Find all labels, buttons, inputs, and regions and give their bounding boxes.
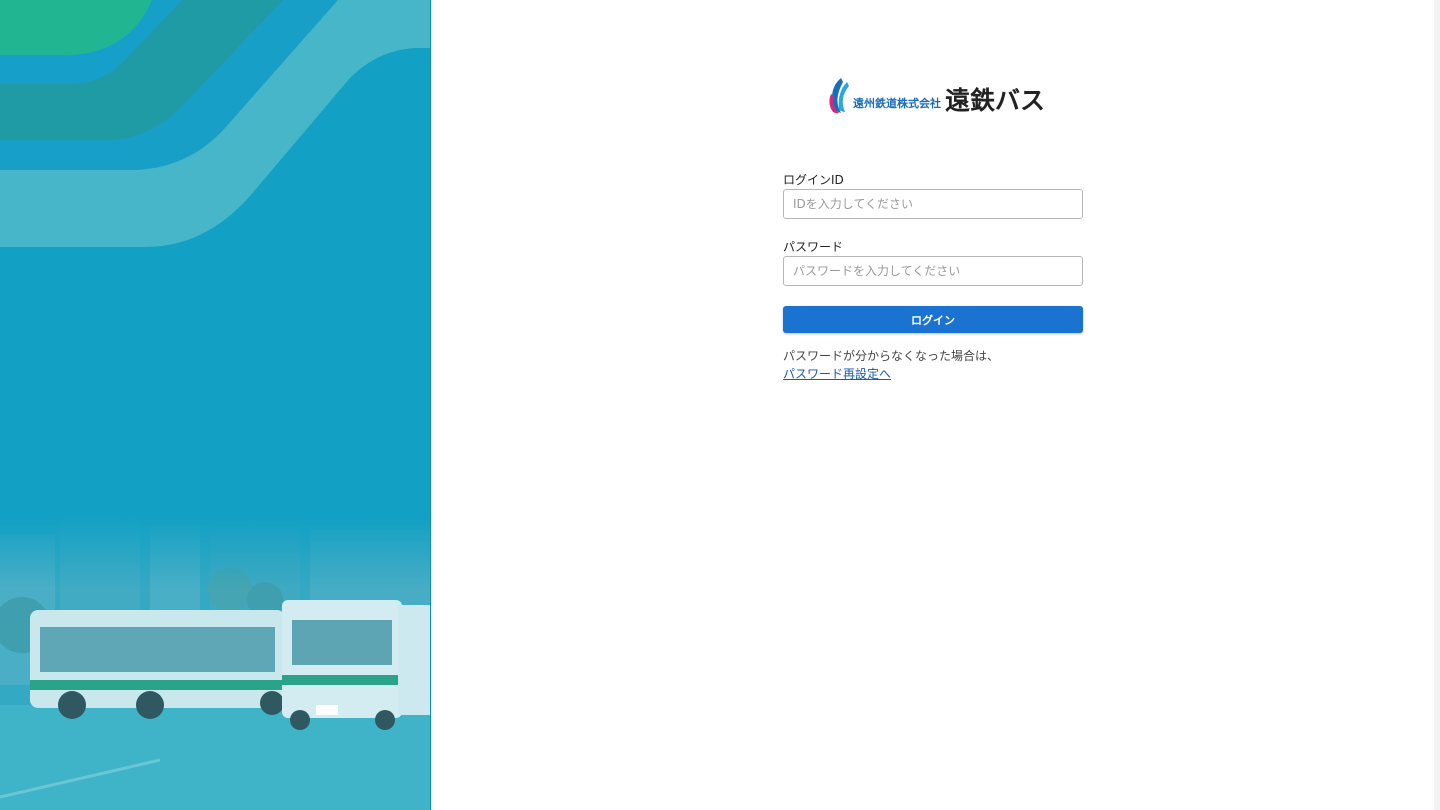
decorative-panel	[0, 0, 431, 810]
wave-bands-graphic	[0, 0, 430, 515]
password-help-text: パスワードが分からなくなった場合は、	[783, 349, 1000, 363]
login-panel: 遠州鉄道株式会社 遠鉄バス ログインID パスワード ログイン パスワードが分か…	[431, 0, 1440, 810]
password-label: パスワード	[783, 240, 844, 254]
password-field: パスワード	[783, 239, 1083, 286]
login-id-input[interactable]	[783, 189, 1083, 219]
password-help: パスワードが分からなくなった場合は、 パスワード再設定へ	[783, 347, 1083, 383]
login-id-label: ログインID	[783, 173, 844, 187]
login-page: 遠州鉄道株式会社 遠鉄バス ログインID パスワード ログイン パスワードが分か…	[0, 0, 1440, 810]
login-id-field: ログインID	[783, 172, 1083, 219]
enshu-logo: 遠州鉄道株式会社 遠鉄バス	[827, 72, 1045, 114]
logo-swoosh-icon	[829, 78, 849, 114]
password-reset-link[interactable]: パスワード再設定へ	[783, 367, 891, 381]
logo-brand-name: 遠鉄バス	[945, 86, 1046, 115]
password-input[interactable]	[783, 256, 1083, 286]
login-button[interactable]: ログイン	[783, 306, 1083, 333]
login-form: ログインID パスワード ログイン パスワードが分からなくなった場合は、 パスワ…	[783, 172, 1083, 383]
bus-photo-graphic	[0, 515, 430, 810]
logo-company-name: 遠州鉄道株式会社	[853, 97, 941, 110]
panel-edge	[1434, 0, 1440, 810]
